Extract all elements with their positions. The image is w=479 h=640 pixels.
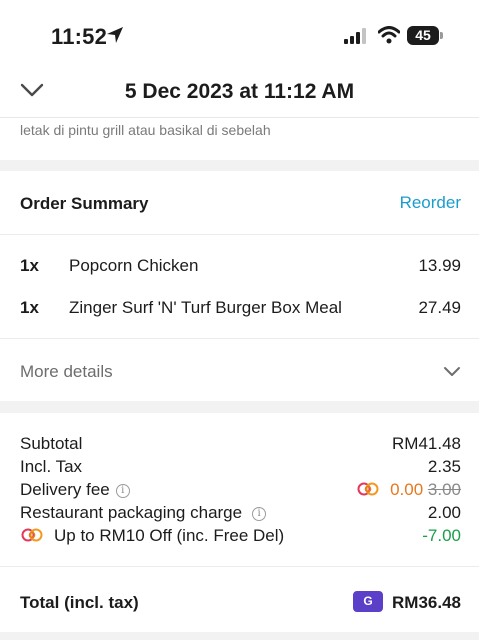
promo-rings-icon	[357, 482, 379, 496]
info-icon[interactable]: i	[115, 484, 130, 498]
location-arrow-icon	[107, 27, 123, 43]
promo-label: Up to RM10 Off (inc. Free Del)	[54, 526, 285, 545]
divider	[0, 234, 479, 235]
subtotal-row: Subtotal RM41.48	[0, 432, 479, 455]
subtotal-value: RM41.48	[392, 434, 461, 453]
status-time: 11:52	[51, 24, 108, 49]
packaging-label: Restaurant packaging charge i	[20, 503, 267, 523]
packaging-text: Restaurant packaging charge	[20, 503, 243, 522]
reorder-button[interactable]: Reorder	[400, 193, 461, 213]
tax-label: Incl. Tax	[20, 457, 83, 476]
page-title: 5 Dec 2023 at 11:12 AM	[124, 80, 355, 103]
delivery-fee-original: 3.00	[427, 480, 461, 499]
more-details-label: More details	[20, 362, 113, 381]
delivery-note: letak di pintu grill atau basikal di seb…	[20, 122, 271, 138]
packaging-row: Restaurant packaging charge i 2.00	[0, 501, 479, 524]
delivery-fee-value: 0.00 3.00	[390, 480, 461, 500]
info-icon[interactable]: i	[252, 507, 267, 521]
list-item: 1x Popcorn Chicken 13.99	[0, 252, 479, 282]
item-name: Zinger Surf 'N' Turf Burger Box Meal	[69, 298, 342, 317]
battery-cap	[440, 32, 443, 39]
item-quantity: 1x	[20, 298, 39, 317]
item-quantity: 1x	[20, 256, 39, 275]
item-price: 27.49	[418, 298, 461, 317]
total-row: Total (incl. tax) G RM36.48	[0, 588, 479, 616]
tax-value: 2.35	[427, 457, 461, 476]
item-name: Popcorn Chicken	[69, 256, 199, 275]
promo-value: -7.00	[422, 526, 461, 545]
delivery-fee-discounted: 0.00	[390, 480, 424, 499]
cellular-signal-icon	[344, 28, 366, 44]
delivery-fee-row: Delivery fee i 0.00 3.00	[0, 478, 479, 501]
list-item: 1x Zinger Surf 'N' Turf Burger Box Meal …	[0, 294, 479, 324]
payment-method-icon: G	[353, 591, 383, 612]
promo-row: Up to RM10 Off (inc. Free Del) -7.00	[0, 524, 479, 547]
status-bar: 11:52 45	[0, 0, 479, 70]
section-gap	[0, 401, 479, 413]
total-label: Total (incl. tax)	[20, 593, 139, 612]
packaging-value: 2.00	[427, 503, 461, 522]
total-value: RM36.48	[392, 593, 461, 612]
delivery-fee-label: Delivery fee i	[20, 480, 130, 500]
divider	[0, 566, 479, 567]
section-gap	[0, 632, 479, 640]
section-gap	[0, 160, 479, 171]
subtotal-label: Subtotal	[20, 434, 83, 453]
promo-rings-icon	[21, 528, 43, 542]
order-summary-title: Order Summary	[20, 194, 149, 213]
wifi-icon	[378, 26, 400, 44]
divider	[0, 338, 479, 339]
battery-indicator: 45	[407, 26, 439, 45]
delivery-fee-text: Delivery fee	[20, 480, 110, 499]
item-price: 13.99	[418, 256, 461, 275]
tax-row: Incl. Tax 2.35	[0, 455, 479, 478]
more-details-toggle[interactable]: More details	[0, 352, 479, 392]
chevron-down-icon	[444, 367, 460, 376]
page-header: 5 Dec 2023 at 11:12 AM	[0, 70, 479, 118]
